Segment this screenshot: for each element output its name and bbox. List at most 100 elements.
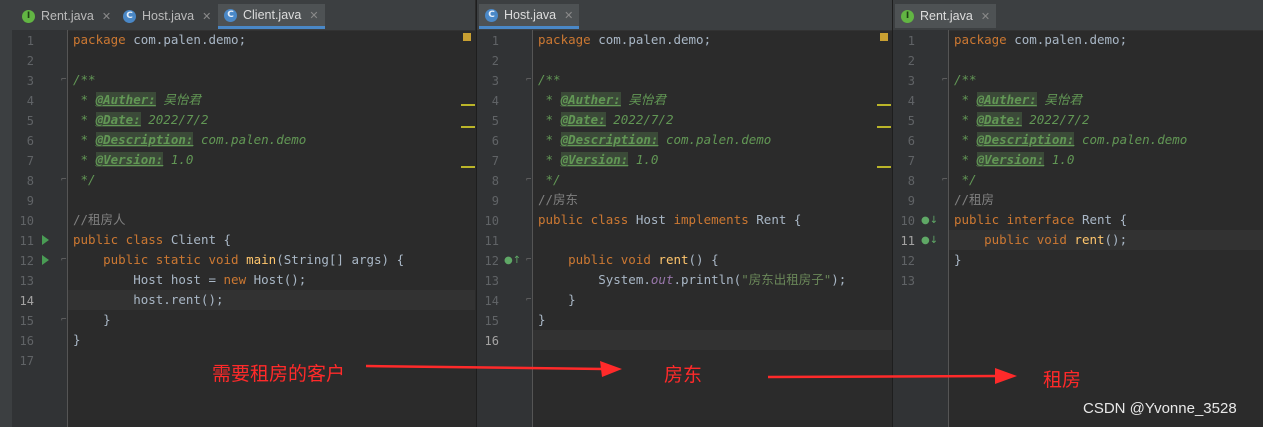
class-file-icon: C — [485, 8, 498, 22]
code-line-6[interactable]: * @Description: com.palen.demo — [538, 130, 771, 150]
code-line-10[interactable]: public interface Rent { — [954, 210, 1127, 230]
code-line-14[interactable]: host.rent(); — [73, 290, 223, 310]
annotation-client: 需要租房的客户 — [212, 363, 346, 385]
fold-icon[interactable]: ⌐ — [61, 315, 66, 325]
tab-label: Host.java — [504, 8, 557, 22]
code-line-12[interactable]: } — [954, 250, 962, 270]
fold-icon[interactable]: ⌐ — [526, 175, 531, 185]
keyword: package — [954, 32, 1015, 47]
code-line-1[interactable]: package com.palen.demo; — [73, 30, 246, 50]
comment: 吴怡君 — [155, 92, 201, 107]
comment: 1.0 — [163, 152, 194, 167]
code-line-5[interactable]: * @Date: 2022/7/2 — [954, 110, 1089, 130]
line-number: 12 — [900, 254, 915, 268]
annotation-rent: 租房 — [1043, 369, 1082, 391]
code-line-6[interactable]: * @Description: com.palen.demo — [73, 130, 306, 150]
code-line-15[interactable]: } — [73, 310, 111, 330]
code-line-12[interactable]: public void rent() { — [538, 250, 719, 270]
fold-icon[interactable]: ⌐ — [942, 175, 947, 185]
comment: 1.0 — [628, 152, 659, 167]
fold-icon[interactable]: ⌐ — [61, 255, 66, 265]
code-line-16[interactable]: } — [73, 330, 81, 350]
error-stripe-mark[interactable] — [877, 166, 891, 168]
fold-icon[interactable]: ⌐ — [61, 75, 66, 85]
code-line-11[interactable]: public void rent(); — [954, 230, 1127, 250]
fold-icon[interactable]: ⌐ — [526, 295, 531, 305]
code-line-6[interactable]: * @Description: com.palen.demo — [954, 130, 1187, 150]
tab-host-java[interactable]: C Host.java ✕ — [117, 4, 217, 28]
doc-tag: @Date: — [976, 112, 1022, 127]
code-line-8[interactable]: */ — [73, 170, 96, 190]
annotation-landlord: 房东 — [664, 364, 703, 386]
error-stripe-mark[interactable] — [461, 166, 475, 168]
implemented-by-icon[interactable]: ●↓ — [921, 215, 938, 226]
close-icon[interactable]: ✕ — [564, 9, 573, 22]
code-line-7[interactable]: * @Version: 1.0 — [73, 150, 193, 170]
string-literal: "房东出租房子" — [741, 272, 832, 287]
comment: 2022/7/2 — [1021, 112, 1090, 127]
current-line-highlight — [533, 330, 892, 350]
code-line-5[interactable]: * @Date: 2022/7/2 — [538, 110, 673, 130]
code-line-11[interactable]: public class Client { — [73, 230, 231, 250]
run-icon[interactable] — [42, 255, 49, 265]
code-line-5[interactable]: * @Date: 2022/7/2 — [73, 110, 208, 130]
code-line-10[interactable]: public class Host implements Rent { — [538, 210, 801, 230]
code-line-4[interactable]: * @Auther: 吴怡君 — [538, 90, 666, 110]
code-line-9[interactable]: //租房 — [954, 190, 994, 210]
code-line-8[interactable]: */ — [954, 170, 977, 190]
class-file-icon: C — [224, 8, 237, 22]
error-stripe-mark[interactable] — [877, 126, 891, 128]
error-stripe-mark[interactable] — [877, 104, 891, 106]
line-number: 4 — [907, 94, 915, 108]
comment: * — [954, 92, 977, 107]
code-line-7[interactable]: * @Version: 1.0 — [954, 150, 1074, 170]
code-line-4[interactable]: * @Auther: 吴怡君 — [954, 90, 1082, 110]
fold-icon[interactable]: ⌐ — [526, 255, 531, 265]
error-stripe-mark[interactable] — [461, 104, 475, 106]
line-number: 13 — [900, 274, 915, 288]
close-icon[interactable]: ✕ — [102, 10, 111, 23]
code-line-1[interactable]: package com.palen.demo; — [538, 30, 711, 50]
code-line-9[interactable]: //房东 — [538, 190, 578, 210]
close-icon[interactable]: ✕ — [981, 10, 990, 23]
code-line-15[interactable]: } — [538, 310, 546, 330]
code-line-4[interactable]: * @Auther: 吴怡君 — [73, 90, 201, 110]
code-line-13[interactable]: Host host = new Host(); — [73, 270, 306, 290]
line-number-gutter: 1 2 3 4 5 6 7 8 9 10 11 12 13 14 15 16 ●… — [477, 30, 533, 427]
comment: * — [538, 112, 561, 127]
close-icon[interactable]: ✕ — [309, 9, 318, 22]
code-text: Host — [635, 212, 674, 227]
doc-tag: @Auther: — [976, 92, 1037, 107]
comment: 1.0 — [1044, 152, 1075, 167]
code-line-12[interactable]: public static void main(String[] args) { — [73, 250, 404, 270]
editor-pane-rent: I Rent.java ✕ 1 2 3 4 5 6 7 8 9 10 11 12… — [892, 0, 1263, 427]
code-line-3[interactable]: /** — [954, 70, 977, 90]
code-line-14[interactable]: } — [538, 290, 576, 310]
code-line-13[interactable]: System.out.println("房东出租房子"); — [538, 270, 846, 290]
error-stripe-mark[interactable] — [461, 126, 475, 128]
keyword: public static void — [73, 252, 247, 267]
tab-rent-java[interactable]: I Rent.java ✕ — [895, 4, 997, 28]
tab-host-java[interactable]: C Host.java ✕ — [479, 4, 580, 29]
code-line-8[interactable]: */ — [538, 170, 561, 190]
doc-tag: @Description: — [95, 132, 194, 147]
warning-indicator-icon[interactable] — [463, 33, 471, 41]
warning-indicator-icon[interactable] — [880, 33, 888, 41]
tab-client-java[interactable]: C Client.java ✕ — [218, 4, 325, 29]
function-name: main — [246, 252, 277, 267]
code-text: Rent { — [1081, 212, 1128, 227]
line-number: 6 — [26, 134, 34, 148]
code-line-7[interactable]: * @Version: 1.0 — [538, 150, 658, 170]
fold-icon[interactable]: ⌐ — [526, 75, 531, 85]
fold-icon[interactable]: ⌐ — [61, 175, 66, 185]
code-line-10[interactable]: //租房人 — [73, 210, 126, 230]
code-line-1[interactable]: package com.palen.demo; — [954, 30, 1127, 50]
tab-rent-java[interactable]: I Rent.java ✕ — [16, 4, 117, 28]
run-icon[interactable] — [42, 235, 49, 245]
code-line-3[interactable]: /** — [538, 70, 561, 90]
implements-method-icon[interactable]: ●↑ — [504, 255, 521, 266]
code-line-3[interactable]: /** — [73, 70, 96, 90]
implemented-by-icon[interactable]: ●↓ — [921, 235, 938, 246]
close-icon[interactable]: ✕ — [202, 10, 211, 23]
fold-icon[interactable]: ⌐ — [942, 75, 947, 85]
